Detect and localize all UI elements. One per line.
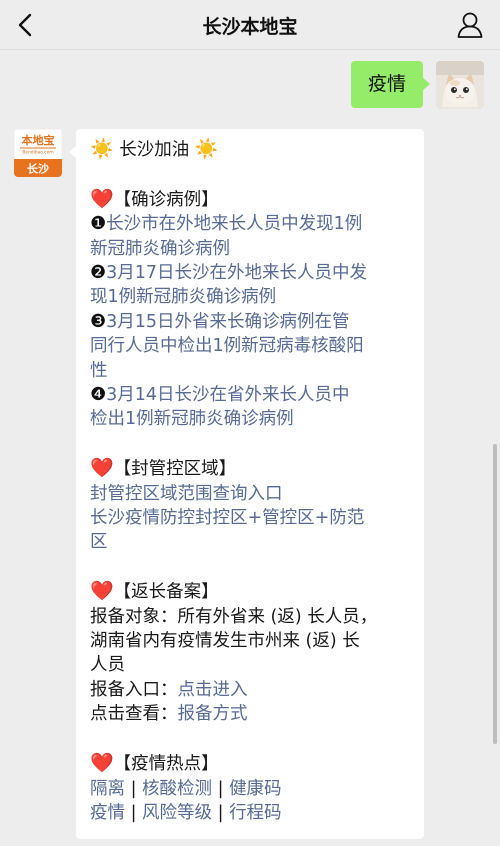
chat-title: 长沙本地宝	[202, 16, 298, 38]
section-title-return: ❤️【返长备案】	[90, 580, 219, 603]
sun-icon: ☀️	[90, 138, 114, 160]
greeting-line: ☀️ 长沙加油 ☀️	[90, 137, 410, 162]
outgoing-message: 疫情	[350, 61, 484, 109]
hot-links-row-2: 疫情 | 风险等级 | 行程码	[90, 802, 282, 823]
bot-avatar-url: Bendibao.com	[22, 150, 53, 156]
bot-avatar-brand: 本地宝	[22, 133, 55, 147]
nav-bar: 长沙本地宝	[0, 0, 500, 50]
control-zones-link-cont[interactable]: 区	[90, 530, 410, 554]
section-title-hot: ❤️【疫情热点】	[90, 752, 219, 775]
confirmed-item-2[interactable]: ❷3月17日长沙在外地来长人员中发	[90, 261, 410, 285]
heart-icon: ❤️	[90, 457, 114, 480]
confirmed-item-4[interactable]: ❹3月14日长沙在省外来长人员中	[90, 383, 410, 407]
return-entry-line: 报备入口：点击进入	[90, 679, 248, 700]
risk-level-link[interactable]: 风险等级	[142, 803, 212, 823]
sun-icon: ☀️	[194, 138, 219, 160]
user-profile-icon[interactable]	[456, 11, 484, 39]
section-title-confirmed: ❤️【确诊病例】	[90, 187, 219, 210]
return-target-text-cont: 湖南省内有疫情发生市州来 (返) 长	[90, 631, 360, 652]
confirmed-item-1[interactable]: ❶长沙市在外地来长人员中发现1例	[90, 212, 410, 236]
health-code-link[interactable]: 健康码	[229, 779, 282, 799]
return-target-text: 报备对象：所有外省来 (返) 长人员，	[90, 606, 378, 627]
quarantine-link[interactable]: 隔离	[90, 779, 125, 799]
bot-avatar[interactable]: 本地宝 Bendibao.com 长沙	[14, 129, 62, 177]
greeting-text: 长沙加油	[119, 140, 190, 160]
number-1-icon: ❶	[90, 213, 107, 235]
confirmed-item-3-cont2[interactable]: 性	[90, 359, 410, 383]
number-3-icon: ❸	[90, 310, 107, 332]
confirmed-item-1-cont[interactable]: 新冠肺炎确诊病例	[90, 237, 410, 261]
return-entry-link[interactable]: 点击进入	[178, 680, 248, 700]
scrollbar[interactable]	[493, 444, 497, 744]
control-zones-link[interactable]: 长沙疫情防控封控区+管控区+防范	[90, 506, 410, 530]
outgoing-bubble[interactable]: 疫情	[350, 61, 431, 108]
hot-links-row-1: 隔离 | 核酸检测 | 健康码	[90, 778, 282, 799]
incoming-message: 本地宝 Bendibao.com 长沙 ☀️ 长沙加油 ☀️ ❤️【确诊病例】 …	[14, 129, 424, 839]
return-method-link[interactable]: 报备方式	[178, 704, 248, 724]
control-area-query-link[interactable]: 封管控区域范围查询入口	[90, 482, 410, 506]
return-target-text-cont2: 人员	[90, 655, 125, 676]
section-title-control: ❤️【封管控区域】	[90, 457, 237, 480]
confirmed-item-3-cont[interactable]: 同行人员中检出1例新冠病毒核酸阳	[90, 334, 410, 358]
user-avatar[interactable]	[436, 61, 484, 109]
return-view-line: 点击查看：报备方式	[90, 704, 248, 725]
epidemic-link[interactable]: 疫情	[90, 803, 125, 823]
confirmed-item-2-cont[interactable]: 现1例新冠肺炎确诊病例	[90, 285, 410, 309]
nucleic-test-link[interactable]: 核酸检测	[142, 779, 212, 799]
number-4-icon: ❹	[90, 384, 107, 406]
confirmed-item-3[interactable]: ❸3月15日外省来长确诊病例在管	[90, 310, 410, 334]
incoming-bubble: ☀️ 长沙加油 ☀️ ❤️【确诊病例】 ❶长沙市在外地来长人员中发现1例 新冠肺…	[69, 129, 424, 839]
heart-icon: ❤️	[90, 187, 114, 210]
number-2-icon: ❷	[90, 262, 107, 284]
confirmed-item-4-cont[interactable]: 检出1例新冠肺炎确诊病例	[90, 407, 410, 431]
heart-icon: ❤️	[90, 580, 114, 603]
bot-avatar-city: 长沙	[27, 162, 49, 176]
heart-icon: ❤️	[90, 752, 114, 775]
itinerary-code-link[interactable]: 行程码	[229, 803, 282, 823]
